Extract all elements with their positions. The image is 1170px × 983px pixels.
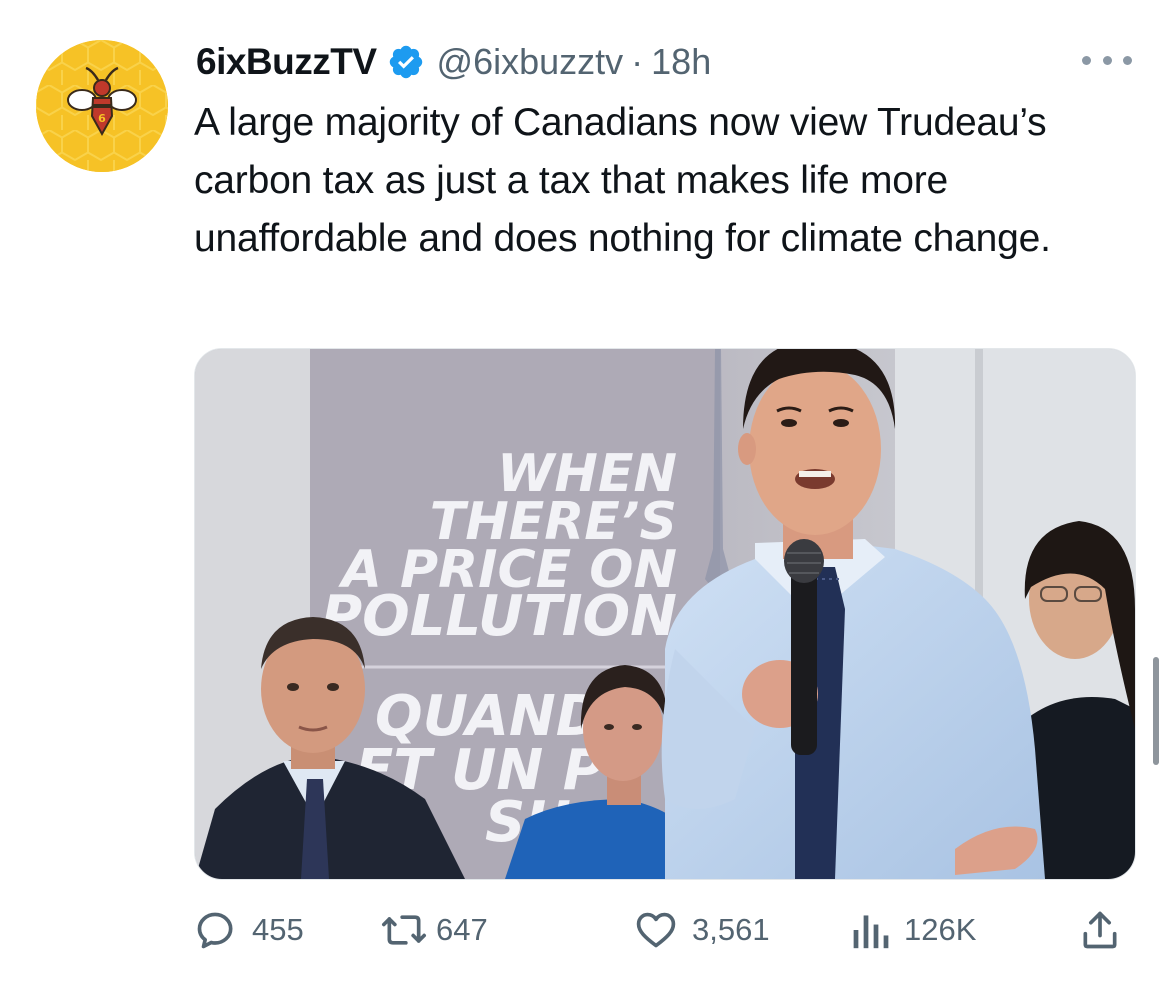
separator-dot: ·: [631, 41, 644, 82]
retweet-count: 647: [436, 912, 488, 947]
timestamp[interactable]: 18h: [651, 41, 711, 83]
tweet-text: A large majority of Canadians now view T…: [194, 101, 1051, 260]
reply-icon[interactable]: [194, 908, 238, 952]
scrollbar[interactable]: [1153, 657, 1159, 765]
user-handle[interactable]: @6ixbuzztv: [437, 41, 624, 83]
verified-badge-icon[interactable]: [387, 43, 425, 81]
views-action[interactable]: 126K: [850, 904, 976, 956]
avatar[interactable]: 6: [36, 40, 168, 172]
like-action[interactable]: 3,561: [634, 904, 770, 956]
bee-logo-icon: 6: [36, 40, 168, 172]
tweet-actions: 455 647 3,561 126K: [194, 904, 1134, 956]
views-chart-icon[interactable]: [850, 908, 890, 952]
more-options-icon[interactable]: [1082, 48, 1132, 72]
heart-icon[interactable]: [634, 908, 678, 952]
reply-count: 455: [252, 912, 304, 947]
retweet-action[interactable]: 647: [380, 904, 488, 956]
tweet-media-image[interactable]: WHEN THERE’S A PRICE ON POLLUTION QUAND …: [194, 348, 1136, 880]
banner-line-4: POLLUTION: [321, 584, 677, 649]
display-name[interactable]: 6ixBuzzTV: [196, 41, 377, 83]
reply-action[interactable]: 455: [194, 904, 304, 956]
share-action[interactable]: [1078, 904, 1122, 956]
tweet: 6 6ixBuzzTV @6ixbuzztv · 18h A large maj…: [0, 0, 1170, 983]
like-count: 3,561: [692, 912, 770, 947]
views-count: 126K: [904, 912, 977, 947]
tweet-header: 6ixBuzzTV @6ixbuzztv · 18h: [196, 38, 711, 86]
share-icon[interactable]: [1078, 908, 1122, 952]
svg-text:6: 6: [98, 112, 106, 125]
retweet-icon[interactable]: [380, 908, 428, 952]
